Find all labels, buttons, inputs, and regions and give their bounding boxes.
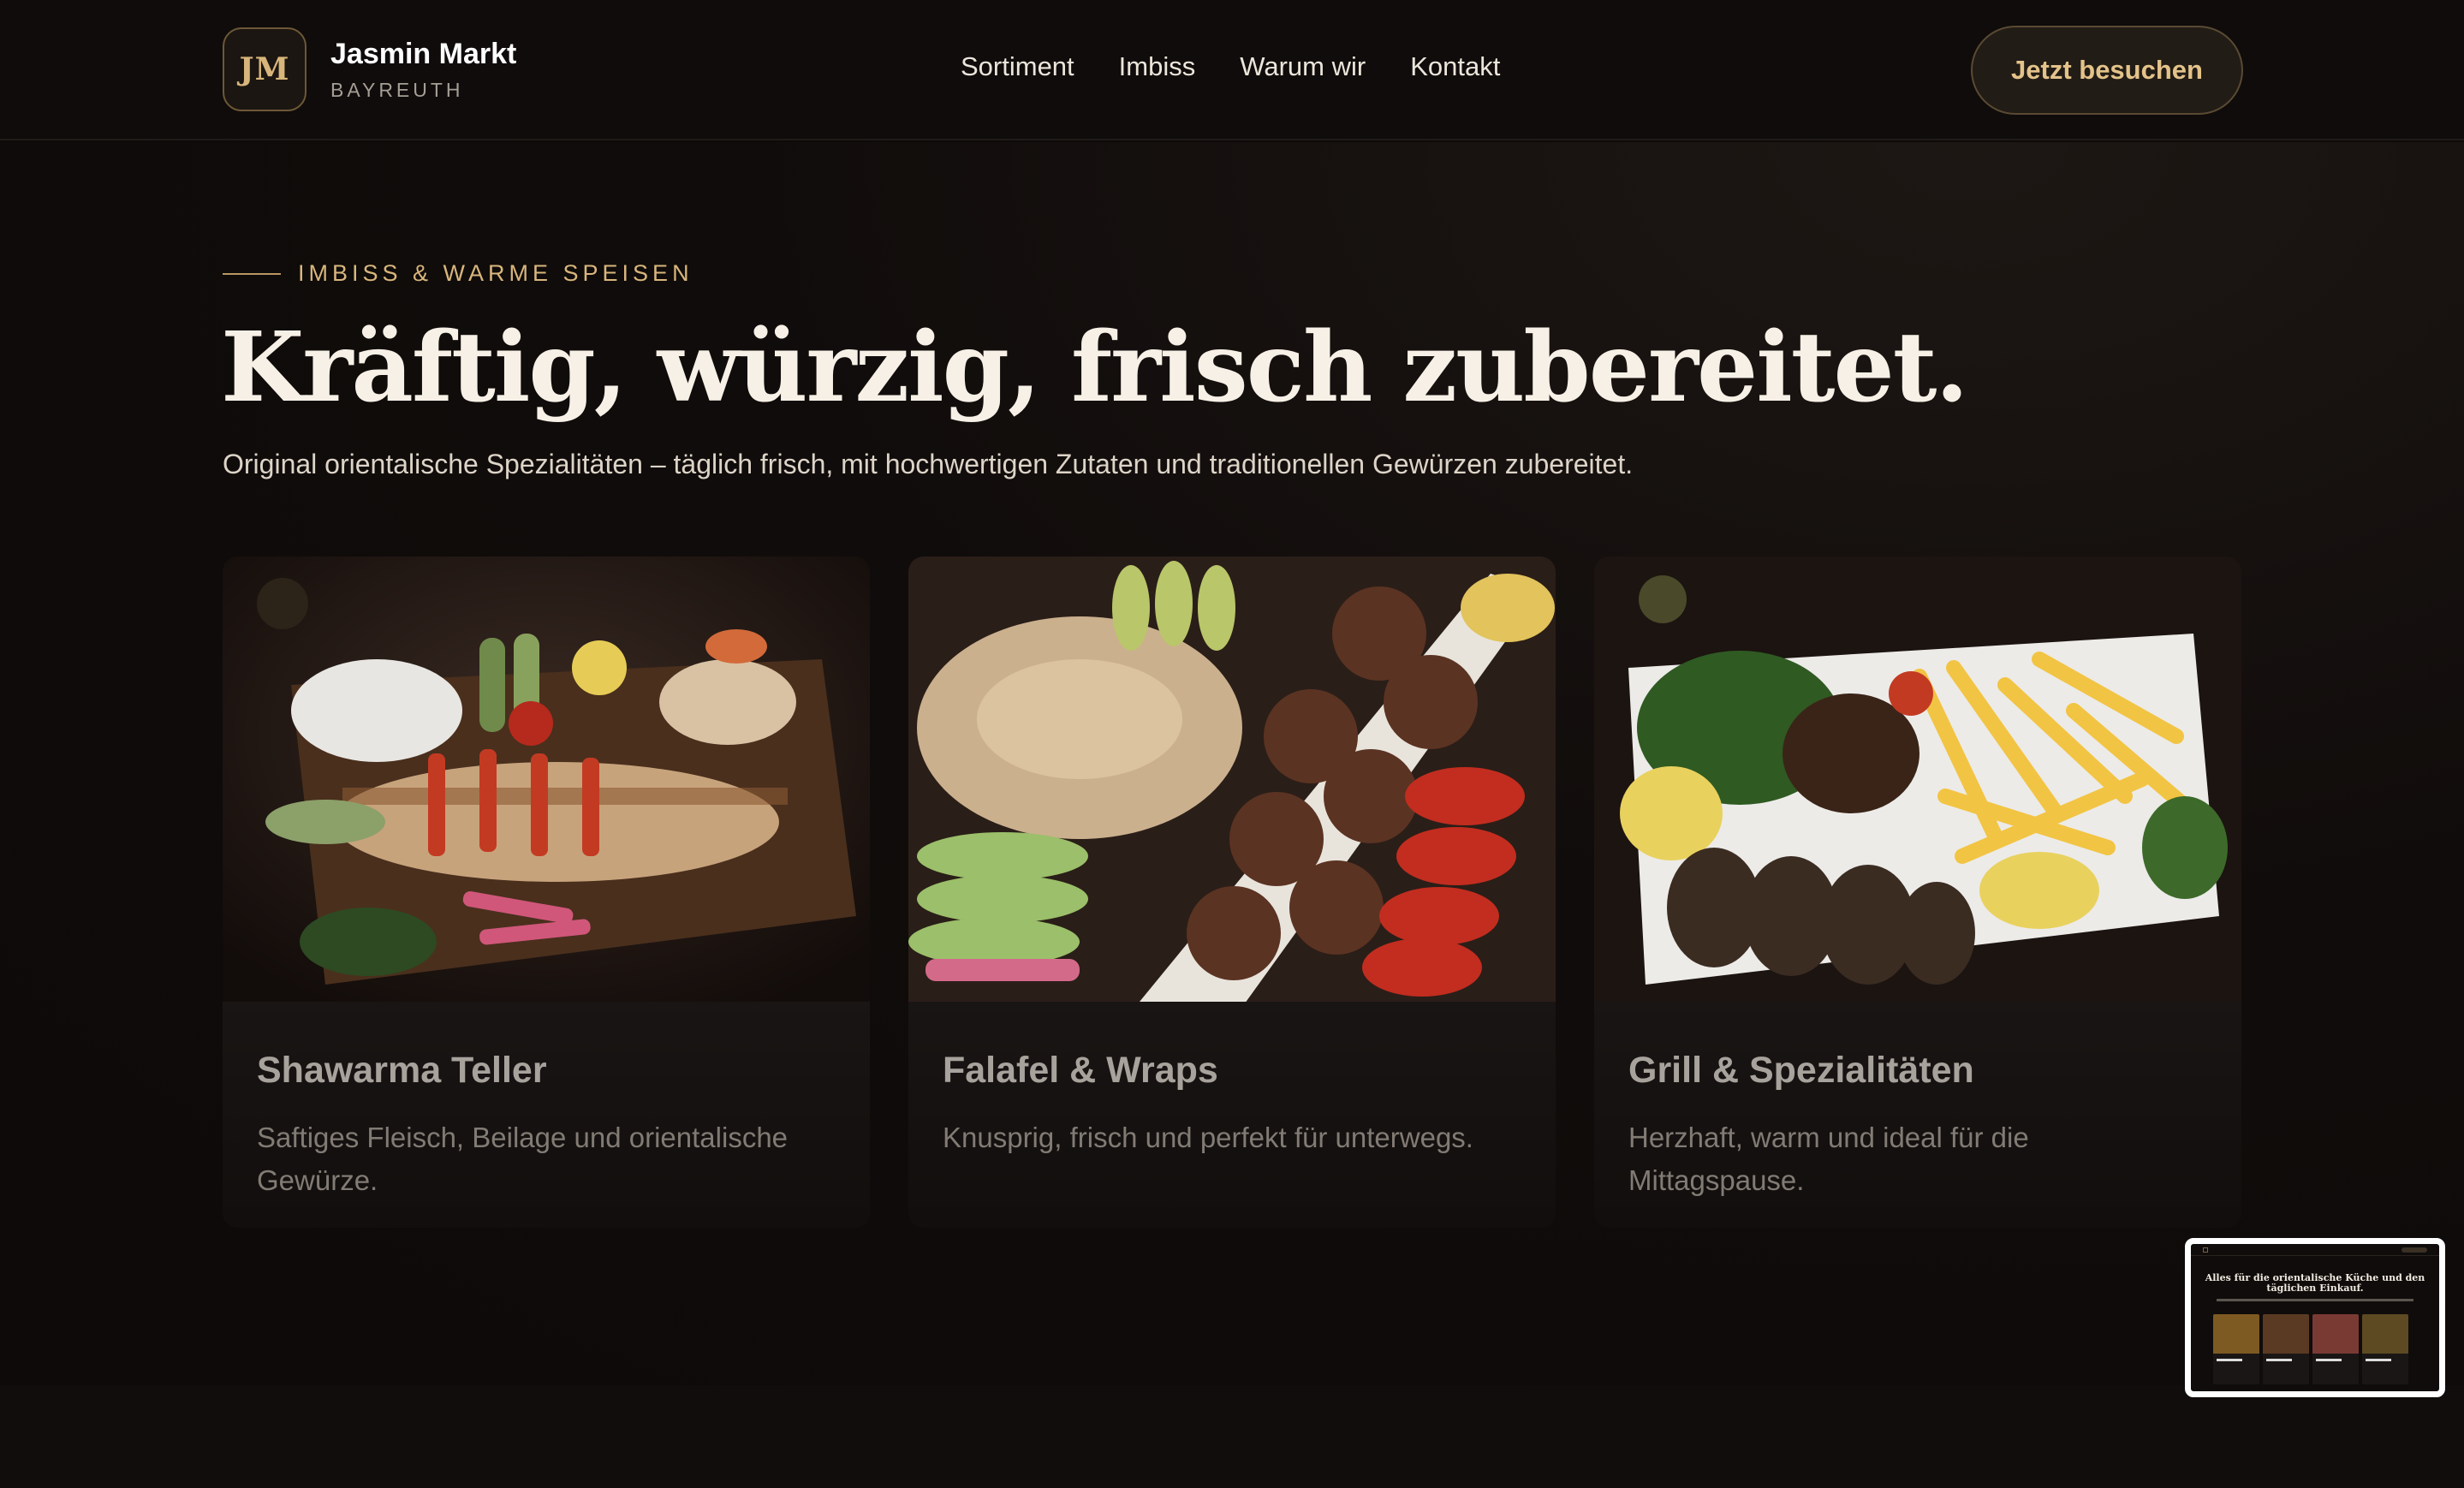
- eyebrow-text: IMBISS & WARME SPEISEN: [298, 260, 693, 286]
- preview-cards: [2213, 1314, 2412, 1384]
- site-header: JM Jasmin Markt BAYREUTH Sortiment Imbis…: [0, 0, 2464, 140]
- page-preview-thumbnail[interactable]: Alles für die orientalische Küche und de…: [2185, 1238, 2445, 1397]
- card-description: Knusprig, frisch und perfekt für unterwe…: [943, 1122, 1473, 1153]
- footer-band: [0, 1385, 2464, 1488]
- imbiss-section: IMBISS & WARME SPEISEN Kräftig, würzig, …: [0, 142, 2464, 1385]
- brand-text: Jasmin Markt BAYREUTH: [330, 39, 516, 100]
- nav-sortiment[interactable]: Sortiment: [961, 53, 1074, 80]
- card-body: Grill & Spezialitäten Herzhaft, warm und…: [1594, 1002, 2241, 1228]
- card-body: Shawarma Teller Saftiges Fleisch, Beilag…: [223, 1002, 870, 1228]
- preview-card: [2362, 1314, 2408, 1384]
- preview-card: [2312, 1314, 2359, 1384]
- card-body: Falafel & Wraps Knusprig, frisch und per…: [908, 1002, 1556, 1228]
- section-eyebrow: IMBISS & WARME SPEISEN: [223, 262, 693, 285]
- falafel-image: [908, 557, 1556, 1002]
- grill-image: [1594, 557, 2241, 1002]
- brand-name: Jasmin Markt: [330, 37, 517, 70]
- nav-kontakt[interactable]: Kontakt: [1410, 53, 1500, 80]
- main-nav: Sortiment Imbiss Warum wir Kontakt: [961, 53, 1500, 80]
- preview-card: [2263, 1314, 2309, 1384]
- preview-header: [2191, 1244, 2439, 1256]
- logo-mark: JM: [223, 27, 307, 111]
- section-subline: Original orientalische Spezialitäten – t…: [223, 449, 1634, 479]
- brand-location: BAYREUTH: [330, 78, 464, 101]
- card-falafel[interactable]: Falafel & Wraps Knusprig, frisch und per…: [908, 557, 1556, 1228]
- shawarma-image: [223, 557, 870, 1002]
- card-title: Falafel & Wraps: [943, 1050, 1218, 1091]
- card-description: Herzhaft, warm und ideal für die Mittags…: [1628, 1122, 2029, 1196]
- card-title: Grill & Spezialitäten: [1628, 1050, 1974, 1091]
- visit-now-button[interactable]: Jetzt besuchen: [1971, 26, 2243, 115]
- page: JM Jasmin Markt BAYREUTH Sortiment Imbis…: [0, 0, 2464, 1488]
- preview-subline: [2217, 1299, 2413, 1301]
- card-shawarma[interactable]: Shawarma Teller Saftiges Fleisch, Beilag…: [223, 557, 870, 1228]
- card-description: Saftiges Fleisch, Beilage und orientalis…: [257, 1122, 789, 1196]
- card-title: Shawarma Teller: [257, 1050, 547, 1091]
- section-headline: Kräftig, würzig, frisch zubereitet.: [221, 312, 1969, 424]
- nav-warum-wir[interactable]: Warum wir: [1240, 53, 1366, 80]
- card-grill[interactable]: Grill & Spezialitäten Herzhaft, warm und…: [1594, 557, 2241, 1228]
- brand[interactable]: JM Jasmin Markt BAYREUTH: [223, 27, 516, 111]
- preview-button: [2402, 1247, 2427, 1253]
- preview-title: Alles für die orientalische Küche und de…: [2205, 1272, 2425, 1294]
- preview-card: [2213, 1314, 2259, 1384]
- preview-logo: [2203, 1247, 2208, 1253]
- nav-imbiss[interactable]: Imbiss: [1119, 53, 1196, 80]
- eyebrow-divider: [223, 272, 281, 275]
